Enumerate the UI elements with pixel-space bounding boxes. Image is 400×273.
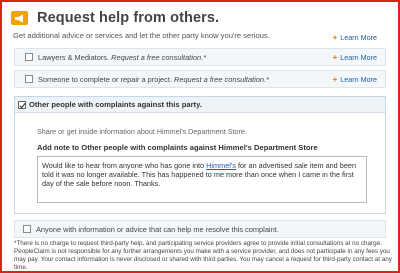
option-complete-repair-project[interactable]: Someone to complete or repair a project.… [14, 70, 386, 88]
megaphone-icon [11, 11, 28, 25]
add-note-label: Add note to Other people with complaints… [37, 143, 318, 152]
note-textarea[interactable]: Would like to hear from anyone who has g… [37, 156, 367, 203]
other-complaints-checkbox[interactable] [18, 100, 26, 109]
plus-icon: + [332, 74, 338, 84]
option-lawyers-mediators[interactable]: Lawyers & Mediators. Request a free cons… [14, 48, 386, 66]
learn-more-label: Learn More [340, 33, 377, 42]
information-checkbox[interactable] [23, 225, 31, 233]
panel-title: Other people with complaints against thi… [29, 100, 202, 109]
option-label: Someone to complete or repair a project.… [38, 74, 269, 84]
plus-icon: + [332, 33, 338, 42]
lawyers-checkbox[interactable] [25, 53, 33, 61]
page-title: Request help from others. [37, 10, 220, 26]
learn-more-link[interactable]: + Learn More [333, 53, 377, 62]
company-link[interactable]: Himmel's [206, 161, 236, 170]
option-label: Lawyers & Mediators. Request a free cons… [38, 52, 207, 62]
request-help-frame: Request help from others. Get additional… [0, 0, 400, 273]
learn-more-link[interactable]: + Learn More [333, 75, 377, 84]
plus-icon: + [332, 52, 338, 62]
learn-more-link-top[interactable]: + Learn More [333, 33, 377, 42]
option-anyone-with-information[interactable]: Anyone with information or advice that c… [14, 220, 386, 238]
subtitle: Get additional advice or services and le… [13, 31, 270, 40]
footnote: *There is no charge to request third-par… [14, 240, 392, 271]
project-checkbox[interactable] [25, 75, 33, 83]
option-label: Anyone with information or advice that c… [36, 224, 279, 234]
panel-header[interactable]: Other people with complaints against thi… [15, 97, 385, 113]
info-text: Share or get inside information about Hi… [37, 127, 247, 136]
other-complaints-panel: Other people with complaints against thi… [14, 96, 386, 214]
header: Request help from others. [11, 10, 219, 26]
